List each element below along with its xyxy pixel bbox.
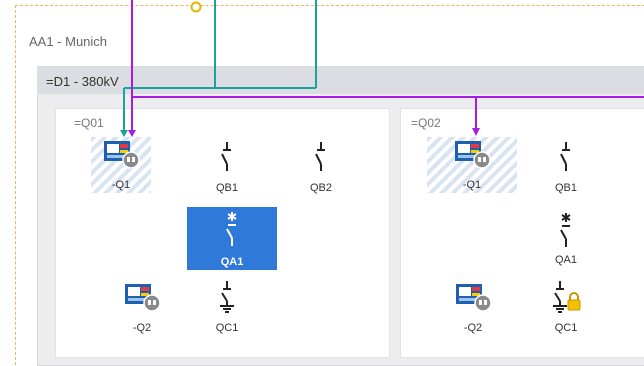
device-label: QB1 bbox=[554, 182, 577, 194]
lock-icon bbox=[567, 292, 581, 311]
disconnector-icon bbox=[560, 142, 570, 171]
ied-icon bbox=[455, 141, 491, 169]
earth-switch-qc1-bay1[interactable]: QC1 bbox=[197, 280, 257, 336]
device-label: QC1 bbox=[215, 322, 239, 334]
bay-q02-label: =Q02 bbox=[411, 116, 441, 130]
bay-q01-label: =Q01 bbox=[74, 116, 104, 130]
substation-label: AA1 - Munich bbox=[29, 34, 108, 49]
device-label: QC1 bbox=[554, 322, 578, 334]
device-label: -Q2 bbox=[463, 322, 483, 334]
disconnector-qb1-bay1[interactable]: QB1 bbox=[197, 140, 257, 196]
ied-q1-bay1[interactable]: -Q1 bbox=[91, 137, 151, 193]
disconnector-qb1-bay2[interactable]: QB1 bbox=[536, 140, 596, 196]
ied-q2-bay2[interactable]: -Q2 bbox=[443, 280, 503, 336]
ied-q1-bay2[interactable]: -Q1 bbox=[427, 137, 517, 193]
voltage-level-label: =D1 - 380kV bbox=[46, 74, 119, 89]
disconnector-icon bbox=[315, 142, 325, 171]
device-label: QB2 bbox=[309, 182, 332, 194]
circuit-breaker-icon bbox=[560, 213, 571, 247]
device-label: -Q1 bbox=[111, 179, 131, 191]
voltage-level-header bbox=[37, 66, 644, 94]
device-label: -Q2 bbox=[132, 322, 152, 334]
circuit-breaker-qa1-bay2[interactable]: QA1 bbox=[536, 208, 596, 268]
earth-switch-icon bbox=[220, 281, 234, 313]
disconnector-qb2-bay1[interactable]: QB2 bbox=[291, 140, 351, 196]
earth-switch-qc1-bay2[interactable]: QC1 bbox=[536, 280, 596, 336]
earth-switch-icon bbox=[553, 281, 581, 313]
circuit-breaker-icon bbox=[226, 212, 237, 246]
device-label: -Q1 bbox=[462, 179, 482, 191]
device-label: QA1 bbox=[220, 256, 244, 268]
device-label: QA1 bbox=[554, 254, 577, 266]
ied-icon bbox=[456, 284, 492, 312]
device-label: QB1 bbox=[215, 182, 238, 194]
connection-point-icon[interactable] bbox=[189, 0, 203, 14]
circuit-breaker-qa1-bay1[interactable]: QA1 bbox=[187, 207, 277, 270]
ied-icon bbox=[104, 141, 140, 169]
ied-q2-bay1[interactable]: -Q2 bbox=[112, 280, 172, 336]
ied-icon bbox=[125, 284, 161, 312]
disconnector-icon bbox=[221, 142, 231, 171]
